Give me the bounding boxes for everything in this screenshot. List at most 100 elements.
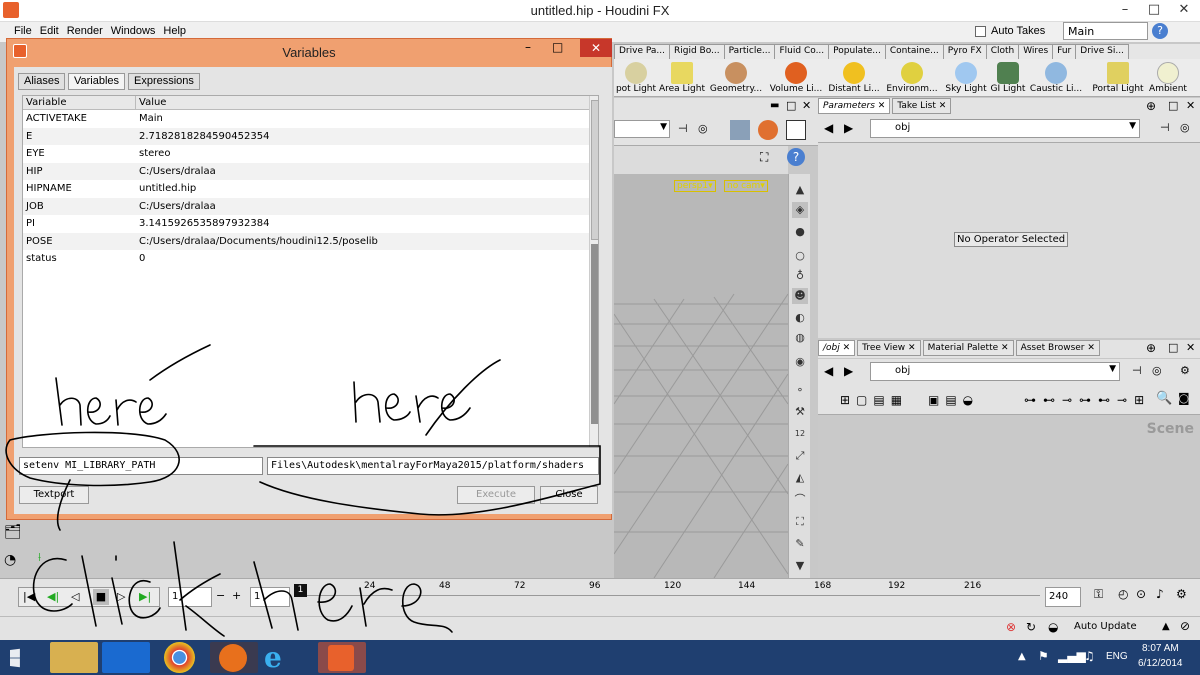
clock-date[interactable]: 6/12/2014 <box>1138 658 1183 669</box>
scroll-up-icon[interactable]: ▲ <box>792 182 808 198</box>
variable-value-field[interactable]: Files\Autodesk\mentalrayForMaya2015/plat… <box>267 457 599 475</box>
add-pane-icon[interactable]: ⊕ <box>1146 341 1156 355</box>
keyframe-icon[interactable]: ⚿ <box>1094 587 1103 602</box>
file-explorer-icon[interactable] <box>50 642 98 673</box>
shelf-tab[interactable]: Fluid Co... <box>774 44 830 59</box>
stop-render-icon[interactable]: ⊗ <box>1006 620 1016 634</box>
network-signal-icon[interactable]: ▂▄▆ <box>1058 649 1086 663</box>
tab-asset-browser[interactable]: Asset Browser ✕ <box>1015 340 1100 356</box>
maximize-button[interactable]: □ <box>1140 0 1168 20</box>
scrollbar-thumb[interactable] <box>591 100 598 240</box>
back-arrow-icon[interactable]: ◀ <box>824 121 833 135</box>
column-header-value[interactable]: Value <box>139 97 166 108</box>
back-arrow-icon[interactable]: ◀ <box>824 364 833 378</box>
link-icon[interactable]: ◎ <box>1152 364 1162 377</box>
flag-icon[interactable]: ⚑ <box>1038 649 1049 663</box>
view-icon[interactable]: ◙ <box>1178 391 1190 405</box>
windows-start-icon[interactable] <box>10 648 20 668</box>
render-icon[interactable] <box>758 120 778 140</box>
tab-material-palette[interactable]: Material Palette ✕ <box>922 340 1014 356</box>
dialog-maximize-button[interactable]: □ <box>552 40 563 54</box>
link-icon[interactable]: ◎ <box>1180 121 1190 134</box>
bone-icon[interactable]: ⤢ <box>792 448 808 464</box>
link-icon[interactable]: ◎ <box>698 122 708 135</box>
shelf-tab[interactable]: Populate... <box>828 44 886 59</box>
clock-icon[interactable]: ⊙ <box>1136 587 1146 601</box>
input-language[interactable]: ENG <box>1106 651 1128 662</box>
note-icons[interactable]: ▣▤◒ <box>928 393 979 407</box>
network-editor[interactable]: Scene <box>818 415 1200 578</box>
shelf-tab[interactable]: Particle... <box>723 44 776 59</box>
stop-icon[interactable]: ■ <box>93 589 109 605</box>
column-header-variable[interactable]: Variable <box>26 97 67 108</box>
environment-light-tool[interactable]: Environm... <box>882 59 942 97</box>
select-mode-icon[interactable]: ◈ <box>792 202 808 218</box>
firefox-icon[interactable] <box>210 642 258 673</box>
hide-icon[interactable]: ⊘ <box>1180 619 1190 633</box>
minimize-button[interactable]: – <box>1110 0 1140 20</box>
step-back-icon[interactable]: ◀| <box>47 590 59 603</box>
camera-select-menu[interactable]: no cam▾ <box>724 180 768 192</box>
pin-icon[interactable]: ⊣ <box>1132 364 1142 377</box>
end-frame-field[interactable]: 240 <box>1045 587 1081 607</box>
jump-start-icon[interactable]: |◀ <box>23 590 35 603</box>
decrement-button[interactable]: − <box>216 589 225 602</box>
wrench-icon[interactable]: ⚒ <box>792 404 808 420</box>
network-path-field[interactable]: obj ▼ <box>870 362 1120 381</box>
variable-command-field[interactable]: setenv MI_LIBRARY_PATH <box>19 457 263 475</box>
tab-expressions[interactable]: Expressions <box>128 73 200 90</box>
forward-arrow-icon[interactable]: ▶ <box>844 364 853 378</box>
pin-icon[interactable]: ⊣ <box>678 122 688 135</box>
table-scrollbar[interactable] <box>589 96 598 447</box>
dialog-minimize-button[interactable]: – <box>525 40 531 54</box>
auto-takes-checkbox[interactable] <box>975 26 986 37</box>
execute-button[interactable]: Execute <box>457 486 535 504</box>
table-row[interactable]: PI 3.1415926535897932384 <box>23 215 589 233</box>
dialog-close-button[interactable]: ✕ <box>580 39 612 57</box>
houdini-taskbar-icon[interactable] <box>318 642 366 673</box>
refresh-icon[interactable]: ↻ <box>1026 620 1036 634</box>
shelf-tab[interactable]: Drive Si... <box>1075 44 1129 59</box>
connection-icons[interactable]: ⊶⊷⊸⊶⊷⊸⊞ <box>1024 393 1151 407</box>
tab-obj[interactable]: /obj ✕ <box>818 340 856 356</box>
table-row[interactable]: ACTIVETAKE Main <box>23 110 589 128</box>
table-row[interactable]: JOB C:/Users/dralaa <box>23 197 589 215</box>
internet-explorer-icon[interactable]: e <box>264 642 295 673</box>
pane-maximize-icon[interactable]: □ <box>1168 341 1178 354</box>
table-row[interactable]: POSE C:/Users/dralaa/Documents/houdini12.… <box>23 232 589 250</box>
ghost-icon[interactable]: ☻ <box>792 288 808 304</box>
tab-variables[interactable]: Variables <box>68 73 126 90</box>
forward-arrow-icon[interactable]: ▶ <box>844 121 853 135</box>
tab-parameters[interactable]: Parameters ✕ <box>818 98 891 114</box>
pane-collapse-icon[interactable]: ▬ <box>770 100 779 111</box>
table-row[interactable]: HIP C:/Users/dralaa <box>23 162 589 180</box>
realtime-icon[interactable]: ◴ <box>1118 587 1128 601</box>
table-row[interactable]: EYE stereo <box>23 145 589 163</box>
tab-take-list[interactable]: Take List ✕ <box>892 98 952 114</box>
area-light-tool[interactable]: Area Light <box>652 59 712 97</box>
clock-time[interactable]: 8:07 AM <box>1142 643 1179 654</box>
performance-icon[interactable]: ◒ <box>1048 620 1058 634</box>
help-icon[interactable]: ? <box>1152 23 1168 39</box>
play-icon[interactable]: ▷ <box>117 590 125 603</box>
viewport-3d[interactable]: persp1▾ no cam▾ <box>614 174 788 578</box>
eye-toggle-icon[interactable]: ◉ <box>792 354 808 370</box>
pane-close-icon[interactable]: ✕ <box>1186 341 1195 354</box>
sphere-icon[interactable]: ◐ <box>792 310 808 326</box>
shelf-tab[interactable]: Drive Pa... <box>614 44 670 59</box>
play-reverse-icon[interactable]: ◁ <box>71 590 79 603</box>
circle-icon[interactable]: ○ <box>792 248 808 264</box>
layout-icons[interactable]: ⊞▢▤▦ <box>840 393 908 407</box>
volume-light-tool[interactable]: Volume Li... <box>766 59 826 97</box>
globe-icon[interactable]: ◍ <box>792 330 808 346</box>
table-row[interactable]: status 0 <box>23 250 589 268</box>
pane-maximize-icon[interactable]: □ <box>1168 99 1178 112</box>
frame-marker[interactable]: 1 <box>294 584 307 597</box>
curve-icon[interactable]: ⌒ <box>792 492 808 508</box>
tab-aliases[interactable]: Aliases <box>18 73 66 90</box>
chrome-icon[interactable] <box>164 642 195 673</box>
auto-update-select[interactable]: Auto Update <box>1070 619 1156 637</box>
search-icon[interactable]: 🔍 <box>1156 391 1172 406</box>
resize-icon[interactable]: ⛶ <box>792 514 808 530</box>
audio-icon[interactable]: ♪ <box>1156 587 1164 601</box>
